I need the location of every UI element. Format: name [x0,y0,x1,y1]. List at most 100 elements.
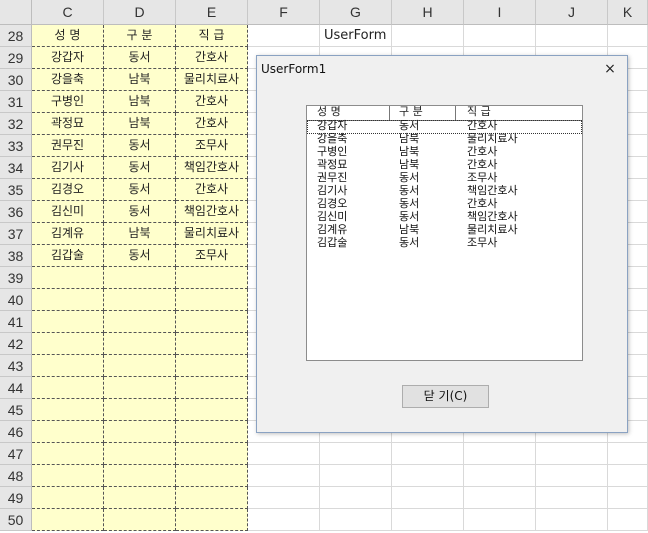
grid-cell[interactable] [464,25,536,47]
table-cell[interactable]: 김기사 [32,157,104,179]
empty-table-cell[interactable] [176,311,248,333]
empty-table-cell[interactable] [104,487,176,509]
grid-cell[interactable] [248,443,320,465]
empty-table-cell[interactable] [104,311,176,333]
table-cell[interactable]: 남북 [104,91,176,113]
close-icon[interactable]: × [599,58,621,80]
table-cell[interactable]: 강갑자 [32,47,104,69]
grid-cell[interactable] [608,25,648,47]
table-cell[interactable]: 동서 [104,179,176,201]
empty-table-cell[interactable] [176,399,248,421]
row-header-47[interactable]: 47 [0,443,32,465]
column-header-k[interactable]: K [608,0,648,25]
empty-table-cell[interactable] [32,289,104,311]
empty-table-cell[interactable] [104,443,176,465]
column-header-j[interactable]: J [536,0,608,25]
column-header-h[interactable]: H [392,0,464,25]
grid-cell[interactable] [464,487,536,509]
empty-table-cell[interactable] [104,355,176,377]
row-header-42[interactable]: 42 [0,333,32,355]
grid-cell[interactable] [464,509,536,531]
empty-table-cell[interactable] [176,487,248,509]
column-header-c[interactable]: C [32,0,104,25]
list-item[interactable]: 김신미 동서 책임간호사 [307,211,582,225]
row-header-31[interactable]: 31 [0,91,32,113]
empty-table-cell[interactable] [32,333,104,355]
column-header-f[interactable]: F [248,0,320,25]
grid-cell[interactable] [320,465,392,487]
column-header-g[interactable]: G [320,0,392,25]
empty-table-cell[interactable] [32,355,104,377]
empty-table-cell[interactable] [176,443,248,465]
userform-cell-label[interactable]: UserForm [320,25,392,47]
table-cell[interactable]: 간호사 [176,179,248,201]
grid-cell[interactable] [248,509,320,531]
table-cell[interactable]: 권무진 [32,135,104,157]
grid-cell[interactable] [536,509,608,531]
row-header-38[interactable]: 38 [0,245,32,267]
empty-table-cell[interactable] [104,333,176,355]
column-header-d[interactable]: D [104,0,176,25]
empty-table-cell[interactable] [104,509,176,531]
row-header-34[interactable]: 34 [0,157,32,179]
row-header-46[interactable]: 46 [0,421,32,443]
grid-cell[interactable] [536,25,608,47]
grid-cell[interactable] [392,443,464,465]
table-cell[interactable]: 김신미 [32,201,104,223]
row-header-29[interactable]: 29 [0,47,32,69]
table-cell[interactable]: 간호사 [176,47,248,69]
empty-table-cell[interactable] [32,267,104,289]
table-cell[interactable]: 동서 [104,47,176,69]
table-cell[interactable]: 조무사 [176,245,248,267]
grid-cell[interactable] [320,487,392,509]
grid-cell[interactable] [320,443,392,465]
table-cell[interactable]: 책임간호사 [176,201,248,223]
empty-table-cell[interactable] [104,267,176,289]
grid-cell[interactable] [608,443,648,465]
grid-cell[interactable] [536,487,608,509]
row-header-37[interactable]: 37 [0,223,32,245]
table-cell[interactable]: 조무사 [176,135,248,157]
empty-table-cell[interactable] [32,443,104,465]
empty-table-cell[interactable] [32,421,104,443]
table-cell[interactable]: 구병인 [32,91,104,113]
row-header-33[interactable]: 33 [0,135,32,157]
row-header-41[interactable]: 41 [0,311,32,333]
row-header-43[interactable]: 43 [0,355,32,377]
table-cell[interactable]: 남북 [104,223,176,245]
column-header-e[interactable]: E [176,0,248,25]
empty-table-cell[interactable] [176,333,248,355]
grid-cell[interactable] [392,25,464,47]
table-cell[interactable]: 간호사 [176,113,248,135]
table-cell[interactable]: 간호사 [176,91,248,113]
empty-table-cell[interactable] [32,487,104,509]
grid-cell[interactable] [392,509,464,531]
list-item[interactable]: 강을축 남북 물리치료사 [307,133,582,147]
row-header-35[interactable]: 35 [0,179,32,201]
empty-table-cell[interactable] [176,509,248,531]
row-header-39[interactable]: 39 [0,267,32,289]
row-header-40[interactable]: 40 [0,289,32,311]
column-header-i[interactable]: I [464,0,536,25]
row-header-30[interactable]: 30 [0,69,32,91]
table-cell[interactable]: 곽정묘 [32,113,104,135]
table-cell[interactable]: 물리치료사 [176,223,248,245]
grid-cell[interactable] [608,509,648,531]
empty-table-cell[interactable] [176,267,248,289]
row-header-49[interactable]: 49 [0,487,32,509]
list-item[interactable]: 구병인 남북 간호사 [307,146,582,160]
table-cell[interactable]: 동서 [104,157,176,179]
table-cell[interactable]: 남북 [104,69,176,91]
grid-cell[interactable] [464,465,536,487]
grid-cell[interactable] [464,443,536,465]
row-header-48[interactable]: 48 [0,465,32,487]
table-header-cell[interactable]: 성 명 [32,25,104,47]
table-cell[interactable]: 김계유 [32,223,104,245]
row-header-36[interactable]: 36 [0,201,32,223]
grid-cell[interactable] [392,465,464,487]
table-header-cell[interactable]: 직 급 [176,25,248,47]
empty-table-cell[interactable] [104,377,176,399]
grid-cell[interactable] [608,487,648,509]
table-cell[interactable]: 남북 [104,113,176,135]
row-header-44[interactable]: 44 [0,377,32,399]
